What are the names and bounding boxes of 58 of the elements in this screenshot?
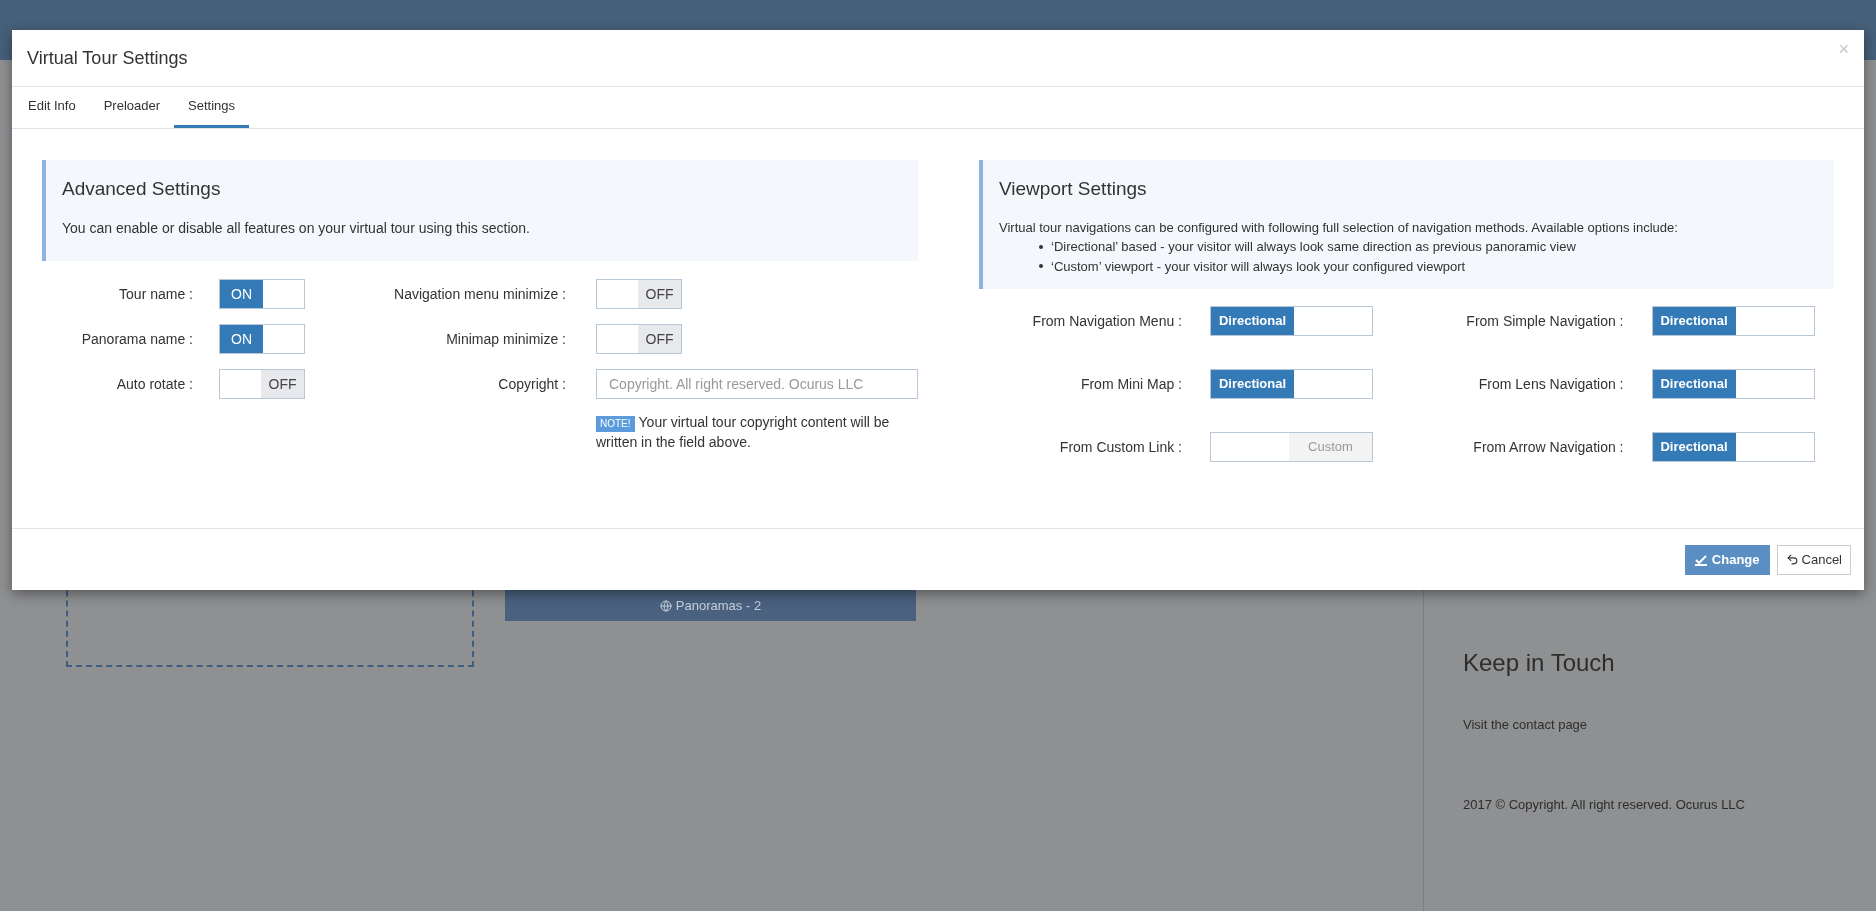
toggle-switch[interactable]: Directional	[1651, 432, 1815, 462]
toggle-switch[interactable]: OFF	[596, 279, 682, 309]
switch-off-label: OFF	[261, 370, 304, 398]
switch-off-label: OFF	[638, 325, 681, 353]
field-label: Navigation menu minimize :	[393, 284, 567, 304]
tab[interactable]: Settings	[174, 87, 250, 128]
bullet-icon	[1039, 244, 1043, 249]
field-label: Minimap minimize :	[445, 329, 567, 349]
toggle-switch[interactable]: Directional	[1651, 306, 1815, 336]
bullet-text: ‘Custom’ viewport - your visitor will always look your configured viewport	[1051, 257, 1466, 276]
cancel-button[interactable]: Cancel	[1776, 544, 1851, 575]
tab[interactable]: Edit Info	[14, 87, 90, 128]
toggle-switch[interactable]: Directional	[1210, 369, 1373, 399]
globe-icon	[659, 599, 672, 612]
copyright-field[interactable]: Copyright. All right reserved. Ocurus LLC	[596, 369, 918, 399]
field-label: From Simple Navigation :	[1465, 311, 1625, 331]
field-label: From Custom Link :	[1058, 437, 1183, 457]
switch-on-label: ON	[220, 280, 263, 308]
section-heading: Viewport Settings	[999, 177, 1148, 201]
field-label: Tour name :	[118, 284, 194, 304]
undo-icon	[1785, 553, 1799, 566]
toggle-switch[interactable]: ON	[219, 279, 305, 309]
sidebar-heading: Keep in Touch	[1463, 648, 1615, 678]
toggle-switch[interactable]: Directional	[1651, 369, 1815, 399]
switch-on-label: ON	[220, 325, 263, 353]
switch-off-label: Custom	[1289, 433, 1372, 461]
contact-link[interactable]: Visit the contact page	[1463, 715, 1588, 735]
section-description: Virtual tour navigations can be configured with following full selection of navigation methods. Available options include:	[999, 218, 1679, 237]
field-label: From Arrow Navigation :	[1472, 437, 1625, 457]
change-button[interactable]: Change	[1684, 544, 1770, 575]
tab[interactable]: Preloader	[89, 87, 175, 128]
section-heading: Advanced Settings	[62, 177, 222, 201]
toggle-switch[interactable]: Custom	[1210, 432, 1373, 462]
switch-on-label: Directional	[1211, 370, 1294, 398]
field-label: Panorama name :	[80, 329, 194, 349]
bullet-icon	[1039, 264, 1043, 269]
field-label: From Lens Navigation :	[1477, 374, 1625, 394]
copyright-text: 2017 © Copyright. All right reserved. Ocurus LLC	[1463, 795, 1745, 814]
field-label: From Mini Map :	[1079, 374, 1183, 394]
switch-on-label: Directional	[1652, 433, 1736, 461]
field-label: Auto rotate :	[115, 374, 194, 394]
toggle-switch[interactable]: Directional	[1210, 306, 1373, 336]
switch-on-label: Directional	[1652, 307, 1736, 335]
bullet-text: ‘Directional’ based - your visitor will always look same direction as previous panoramic view	[1051, 238, 1576, 256]
toggle-switch[interactable]: OFF	[219, 369, 305, 399]
toggle-switch[interactable]: ON	[219, 324, 305, 354]
toggle-switch[interactable]: OFF	[596, 324, 682, 354]
switch-off-label: OFF	[638, 280, 681, 308]
check-icon	[1694, 553, 1707, 566]
note-badge: NOTE!	[596, 416, 635, 432]
section-description: You can enable or disable all features on your virtual tour using this section.	[62, 218, 531, 238]
switch-on-label: Directional	[1211, 307, 1294, 335]
field-label: From Navigation Menu :	[1031, 311, 1183, 331]
switch-on-label: Directional	[1652, 370, 1736, 398]
modal-title: Virtual Tour Settings	[27, 46, 188, 70]
note-text: NOTE! Your virtual tour copyright content will be written in the field above.	[596, 413, 891, 452]
panoramas-button[interactable]: Panoramas - 2	[505, 590, 916, 621]
field-label: Copyright :	[497, 374, 567, 394]
